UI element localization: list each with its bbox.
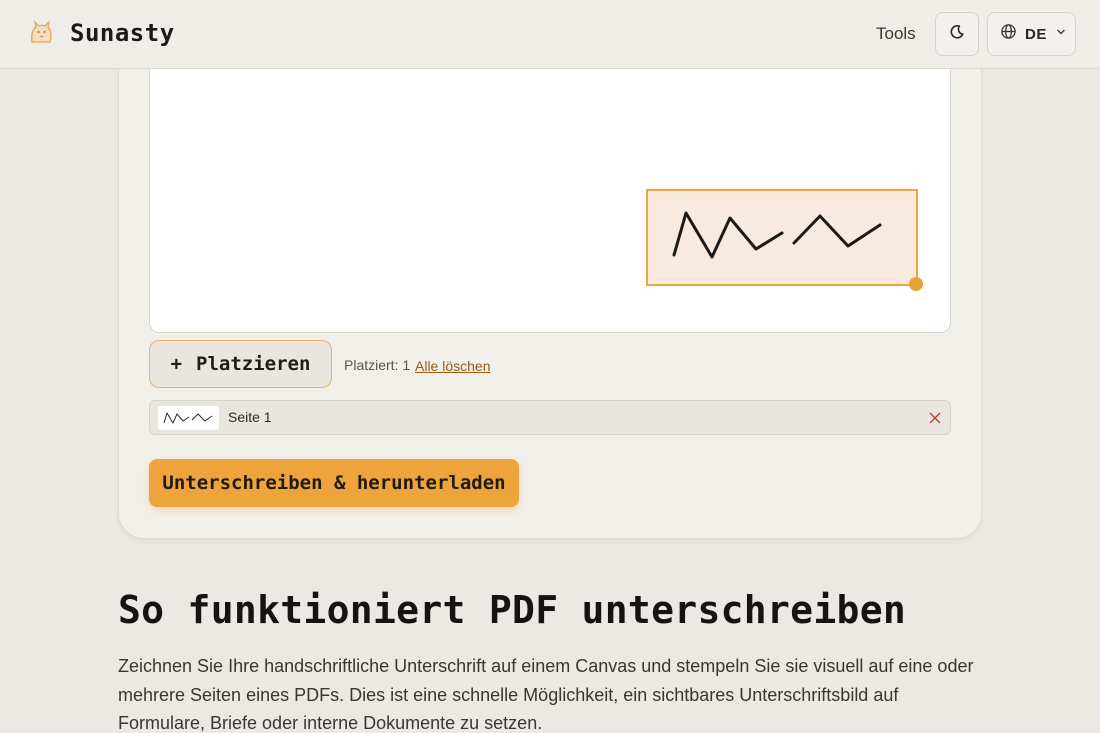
chevron-down-icon xyxy=(1055,25,1067,43)
place-button-label: Platzieren xyxy=(196,353,311,375)
section-paragraph: Zeichnen Sie Ihre handschriftliche Unter… xyxy=(118,656,974,733)
section-title: So funktioniert PDF unterschreiben xyxy=(118,588,907,632)
signature-drawing xyxy=(672,211,882,259)
plus-icon: + xyxy=(170,353,183,375)
cat-logo-icon[interactable] xyxy=(26,18,56,48)
nav-tools-link[interactable]: Tools xyxy=(876,24,916,44)
clear-all-link[interactable]: Alle löschen xyxy=(415,358,491,374)
language-label: DE xyxy=(1025,25,1047,43)
theme-toggle-button[interactable] xyxy=(935,12,979,56)
sign-and-download-button[interactable]: Unterschreiben & herunterladen xyxy=(149,459,519,507)
page-label: Seite 1 xyxy=(228,409,272,425)
signature-thumbnail xyxy=(158,406,219,430)
close-icon[interactable] xyxy=(928,411,942,425)
page-list-item[interactable]: Seite 1 xyxy=(149,400,951,435)
globe-icon xyxy=(1000,23,1017,45)
language-selector[interactable]: DE xyxy=(987,12,1076,56)
top-header: Sunasty Tools DE xyxy=(0,0,1100,69)
placed-signature[interactable] xyxy=(646,189,918,286)
placed-count: Platziert: 1 xyxy=(344,357,411,373)
moon-icon xyxy=(949,24,965,45)
place-signature-button[interactable]: + Platzieren xyxy=(149,340,332,388)
resize-handle[interactable] xyxy=(909,277,923,291)
brand-name[interactable]: Sunasty xyxy=(70,19,175,47)
